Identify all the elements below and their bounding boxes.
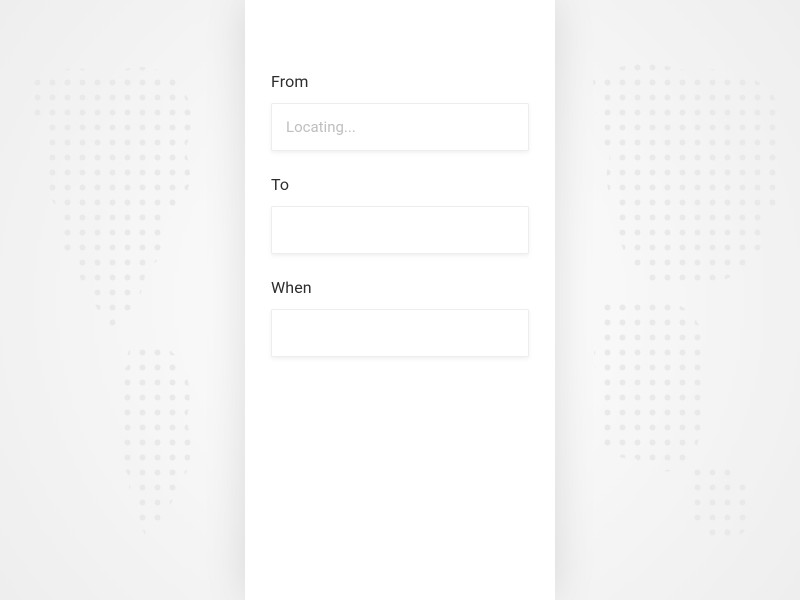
from-label: From <box>271 72 529 91</box>
from-input[interactable] <box>271 103 529 151</box>
when-field: When <box>271 278 529 357</box>
when-input[interactable] <box>271 309 529 357</box>
when-label: When <box>271 278 529 297</box>
to-input[interactable] <box>271 206 529 254</box>
search-card: From To When <box>245 0 555 600</box>
to-label: To <box>271 175 529 194</box>
from-field: From <box>271 72 529 151</box>
to-field: To <box>271 175 529 254</box>
